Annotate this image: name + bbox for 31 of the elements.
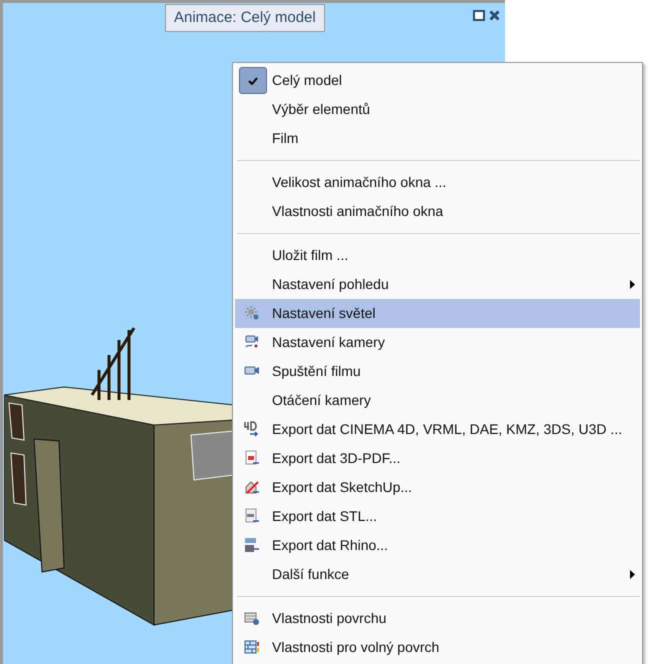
menu-item[interactable]: Export dat 3D-PDF... [235, 444, 640, 473]
brick-grid-icon [244, 639, 260, 655]
menu-item[interactable]: Další funkce [235, 560, 640, 589]
export-icon [244, 421, 260, 437]
menu-item[interactable]: Export dat STL... [235, 502, 640, 531]
menu-item[interactable]: Velikost animačního okna ... [235, 168, 640, 197]
export-icon [244, 537, 260, 553]
menu-item[interactable]: Export dat Rhino... [235, 531, 640, 560]
menu-item[interactable]: Film [235, 124, 640, 153]
house-export-icon [244, 479, 260, 495]
document-export-icon [244, 450, 260, 466]
menu-item[interactable]: Vlastnosti povrchu [235, 604, 640, 633]
menu-item[interactable]: Export dat CINEMA 4D, VRML, DAE, KMZ, 3DS, U3D ... [235, 415, 640, 444]
maximize-icon[interactable] [473, 10, 485, 21]
menu-item[interactable]: Celý model [235, 66, 640, 95]
menu-item[interactable]: Výběr elementů [235, 95, 640, 124]
camera-icon [244, 334, 260, 350]
surface-gear-icon [244, 610, 260, 626]
viewport-title: Animace: Celý model [165, 4, 325, 32]
menu-item[interactable]: Spuštění filmu [235, 357, 640, 386]
menu-item[interactable]: Nastavení kamery [235, 328, 640, 357]
document-export-icon [244, 508, 260, 524]
menu-item[interactable]: Vlastnosti animačního okna [235, 197, 640, 226]
menu-item[interactable]: Nastavení pohledu [235, 270, 640, 299]
sun-gear-icon [244, 305, 260, 321]
menu-item[interactable]: Vlastnosti pro volný povrch [235, 633, 640, 662]
close-icon[interactable] [489, 10, 500, 21]
menu-item[interactable]: Uložit film ... [235, 241, 640, 270]
menu-item[interactable]: Nastavení světel [235, 299, 640, 328]
menu-item[interactable]: Export dat SketchUp... [235, 473, 640, 502]
menu-item[interactable]: Otáčení kamery [235, 386, 640, 415]
